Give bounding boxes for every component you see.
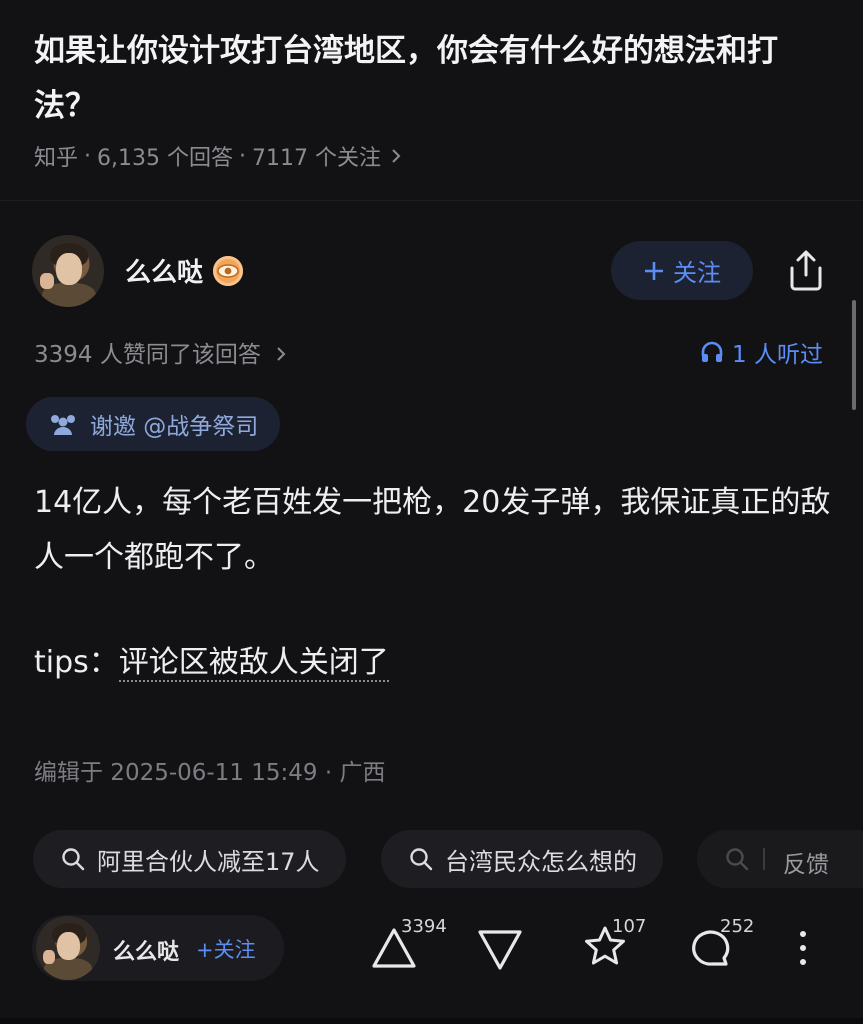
- related-search-chip-faded[interactable]: [697, 830, 863, 888]
- divider: [0, 200, 863, 201]
- chip-label: 台湾民众怎么想的: [445, 847, 637, 876]
- bottom-follow-button[interactable]: +关注: [196, 934, 256, 964]
- question-meta[interactable]: 知乎 · 6,135 个回答 · 7117 个关注: [34, 140, 403, 172]
- headphones-icon: [701, 341, 723, 362]
- bottom-follow-label: 关注: [213, 938, 256, 962]
- eye-badge-icon: [213, 255, 244, 286]
- plus-icon: [645, 261, 663, 280]
- meta-separator: ·: [84, 143, 92, 169]
- group-icon: [51, 415, 75, 435]
- upvote-count: 3394: [401, 916, 447, 937]
- search-icon: [62, 848, 85, 871]
- chip-label: 阿里合伙人减至17人: [97, 847, 320, 876]
- follow-label: 关注: [673, 259, 721, 287]
- tips-paragraph: tips：评论区被敌人关闭了: [34, 635, 834, 690]
- comment-count: 252: [720, 916, 755, 937]
- tips-text[interactable]: 评论区被敌人关闭了: [118, 645, 389, 682]
- bottom-edge: [0, 1018, 863, 1024]
- chevron-right-icon: [277, 347, 286, 361]
- avatar[interactable]: [36, 916, 100, 980]
- source-label: 知乎: [34, 146, 79, 171]
- answer-content: 14亿人，每个老百姓发一把枪，20发子弹，我保证真正的敌人一个都跑不了。 tip…: [34, 475, 834, 690]
- avatar[interactable]: [32, 235, 104, 307]
- downvote-icon[interactable]: [476, 920, 524, 972]
- related-search-chip[interactable]: 阿里合伙人减至17人: [33, 830, 346, 888]
- search-icon: [410, 848, 433, 871]
- author-name[interactable]: 么么哒: [125, 252, 203, 289]
- likes-text: 3394 人赞同了该回答: [34, 342, 261, 368]
- search-icon: [726, 848, 749, 871]
- listened-indicator[interactable]: 1 人听过: [700, 335, 823, 369]
- answers-count: 6,135 个回答: [97, 146, 233, 171]
- favorite-count: 107: [612, 916, 647, 937]
- follow-button[interactable]: 关注: [611, 241, 753, 300]
- share-icon[interactable]: [786, 248, 826, 292]
- invite-tag[interactable]: 谢邀 @战争祭司: [26, 397, 281, 451]
- tips-prefix: tips：: [34, 645, 119, 680]
- bottom-author-name[interactable]: 么么哒: [113, 934, 179, 966]
- chevron-right-icon: [392, 149, 401, 163]
- feedback-link[interactable]: 反馈: [783, 845, 829, 879]
- question-title[interactable]: 如果让你设计攻打台湾地区，你会有什么好的想法和打法？: [34, 24, 834, 134]
- more-vertical-icon[interactable]: [796, 926, 810, 970]
- meta-separator: ·: [239, 143, 246, 169]
- edited-timestamp: 编辑于 2025-06-11 15:49 · 广西: [34, 760, 386, 786]
- invite-text: 谢邀 @战争祭司: [90, 414, 259, 440]
- listened-text: 1 人听过: [732, 342, 823, 368]
- likes-line[interactable]: 3394 人赞同了该回答: [34, 335, 288, 369]
- author-block[interactable]: 么么哒: [125, 252, 244, 289]
- followers-count: 7117 个关注: [252, 146, 381, 171]
- answer-paragraph: 14亿人，每个老百姓发一把枪，20发子弹，我保证真正的敌人一个都跑不了。: [34, 485, 831, 575]
- related-search-chip[interactable]: 台湾民众怎么想的: [381, 830, 663, 888]
- scrollbar[interactable]: [852, 300, 856, 410]
